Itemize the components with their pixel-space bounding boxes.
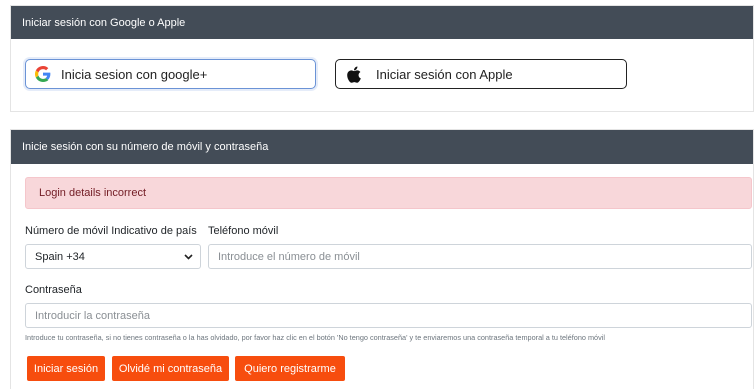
social-login-title: Iniciar sesión con Google o Apple [22,16,186,29]
google-login-button[interactable]: Inicia sesion con google+ [25,59,316,89]
mobile-phone-input[interactable] [218,245,751,268]
apple-icon [346,65,362,83]
password-label: Contraseña [25,284,82,296]
country-code-select[interactable]: Spain +34 [25,244,201,269]
login-error-alert: Login details incorrect [25,177,752,209]
google-icon [35,65,51,83]
social-login-card: Iniciar sesión con Google o Apple Inicia… [10,5,754,112]
register-button[interactable]: Quiero registrarme [235,356,345,381]
forgot-password-label: Olvidé mi contraseña [118,362,223,375]
mobile-phone-label: Teléfono móvil [208,225,279,237]
password-help-text: Introduce tu contraseña, si no tienes co… [25,333,605,342]
mobile-login-card: Inicie sesión con su número de móvil y c… [10,129,754,389]
google-login-label: Inicia sesion con google+ [61,66,208,82]
country-code-label: Número de móvil Indicativo de país [25,225,197,237]
login-button[interactable]: Iniciar sesión [27,356,105,381]
forgot-password-button[interactable]: Olvidé mi contraseña [112,356,229,381]
country-code-value: Spain +34 [35,250,85,263]
register-button-label: Quiero registrarme [244,362,336,375]
apple-login-label: Iniciar sesión con Apple [376,66,513,82]
apple-login-button[interactable]: Iniciar sesión con Apple [335,59,627,89]
mobile-phone-field[interactable] [208,244,752,269]
mobile-login-title: Inicie sesión con su número de móvil y c… [22,141,269,153]
login-error-text: Login details incorrect [39,187,147,199]
mobile-login-header: Inicie sesión con su número de móvil y c… [11,130,753,164]
chevron-down-icon [184,251,193,263]
password-input[interactable] [35,304,751,327]
social-login-header: Iniciar sesión con Google o Apple [11,6,753,39]
login-button-label: Iniciar sesión [33,362,99,375]
social-login-body: Inicia sesion con google+ Iniciar sesión… [11,39,753,111]
password-field[interactable] [25,303,752,328]
